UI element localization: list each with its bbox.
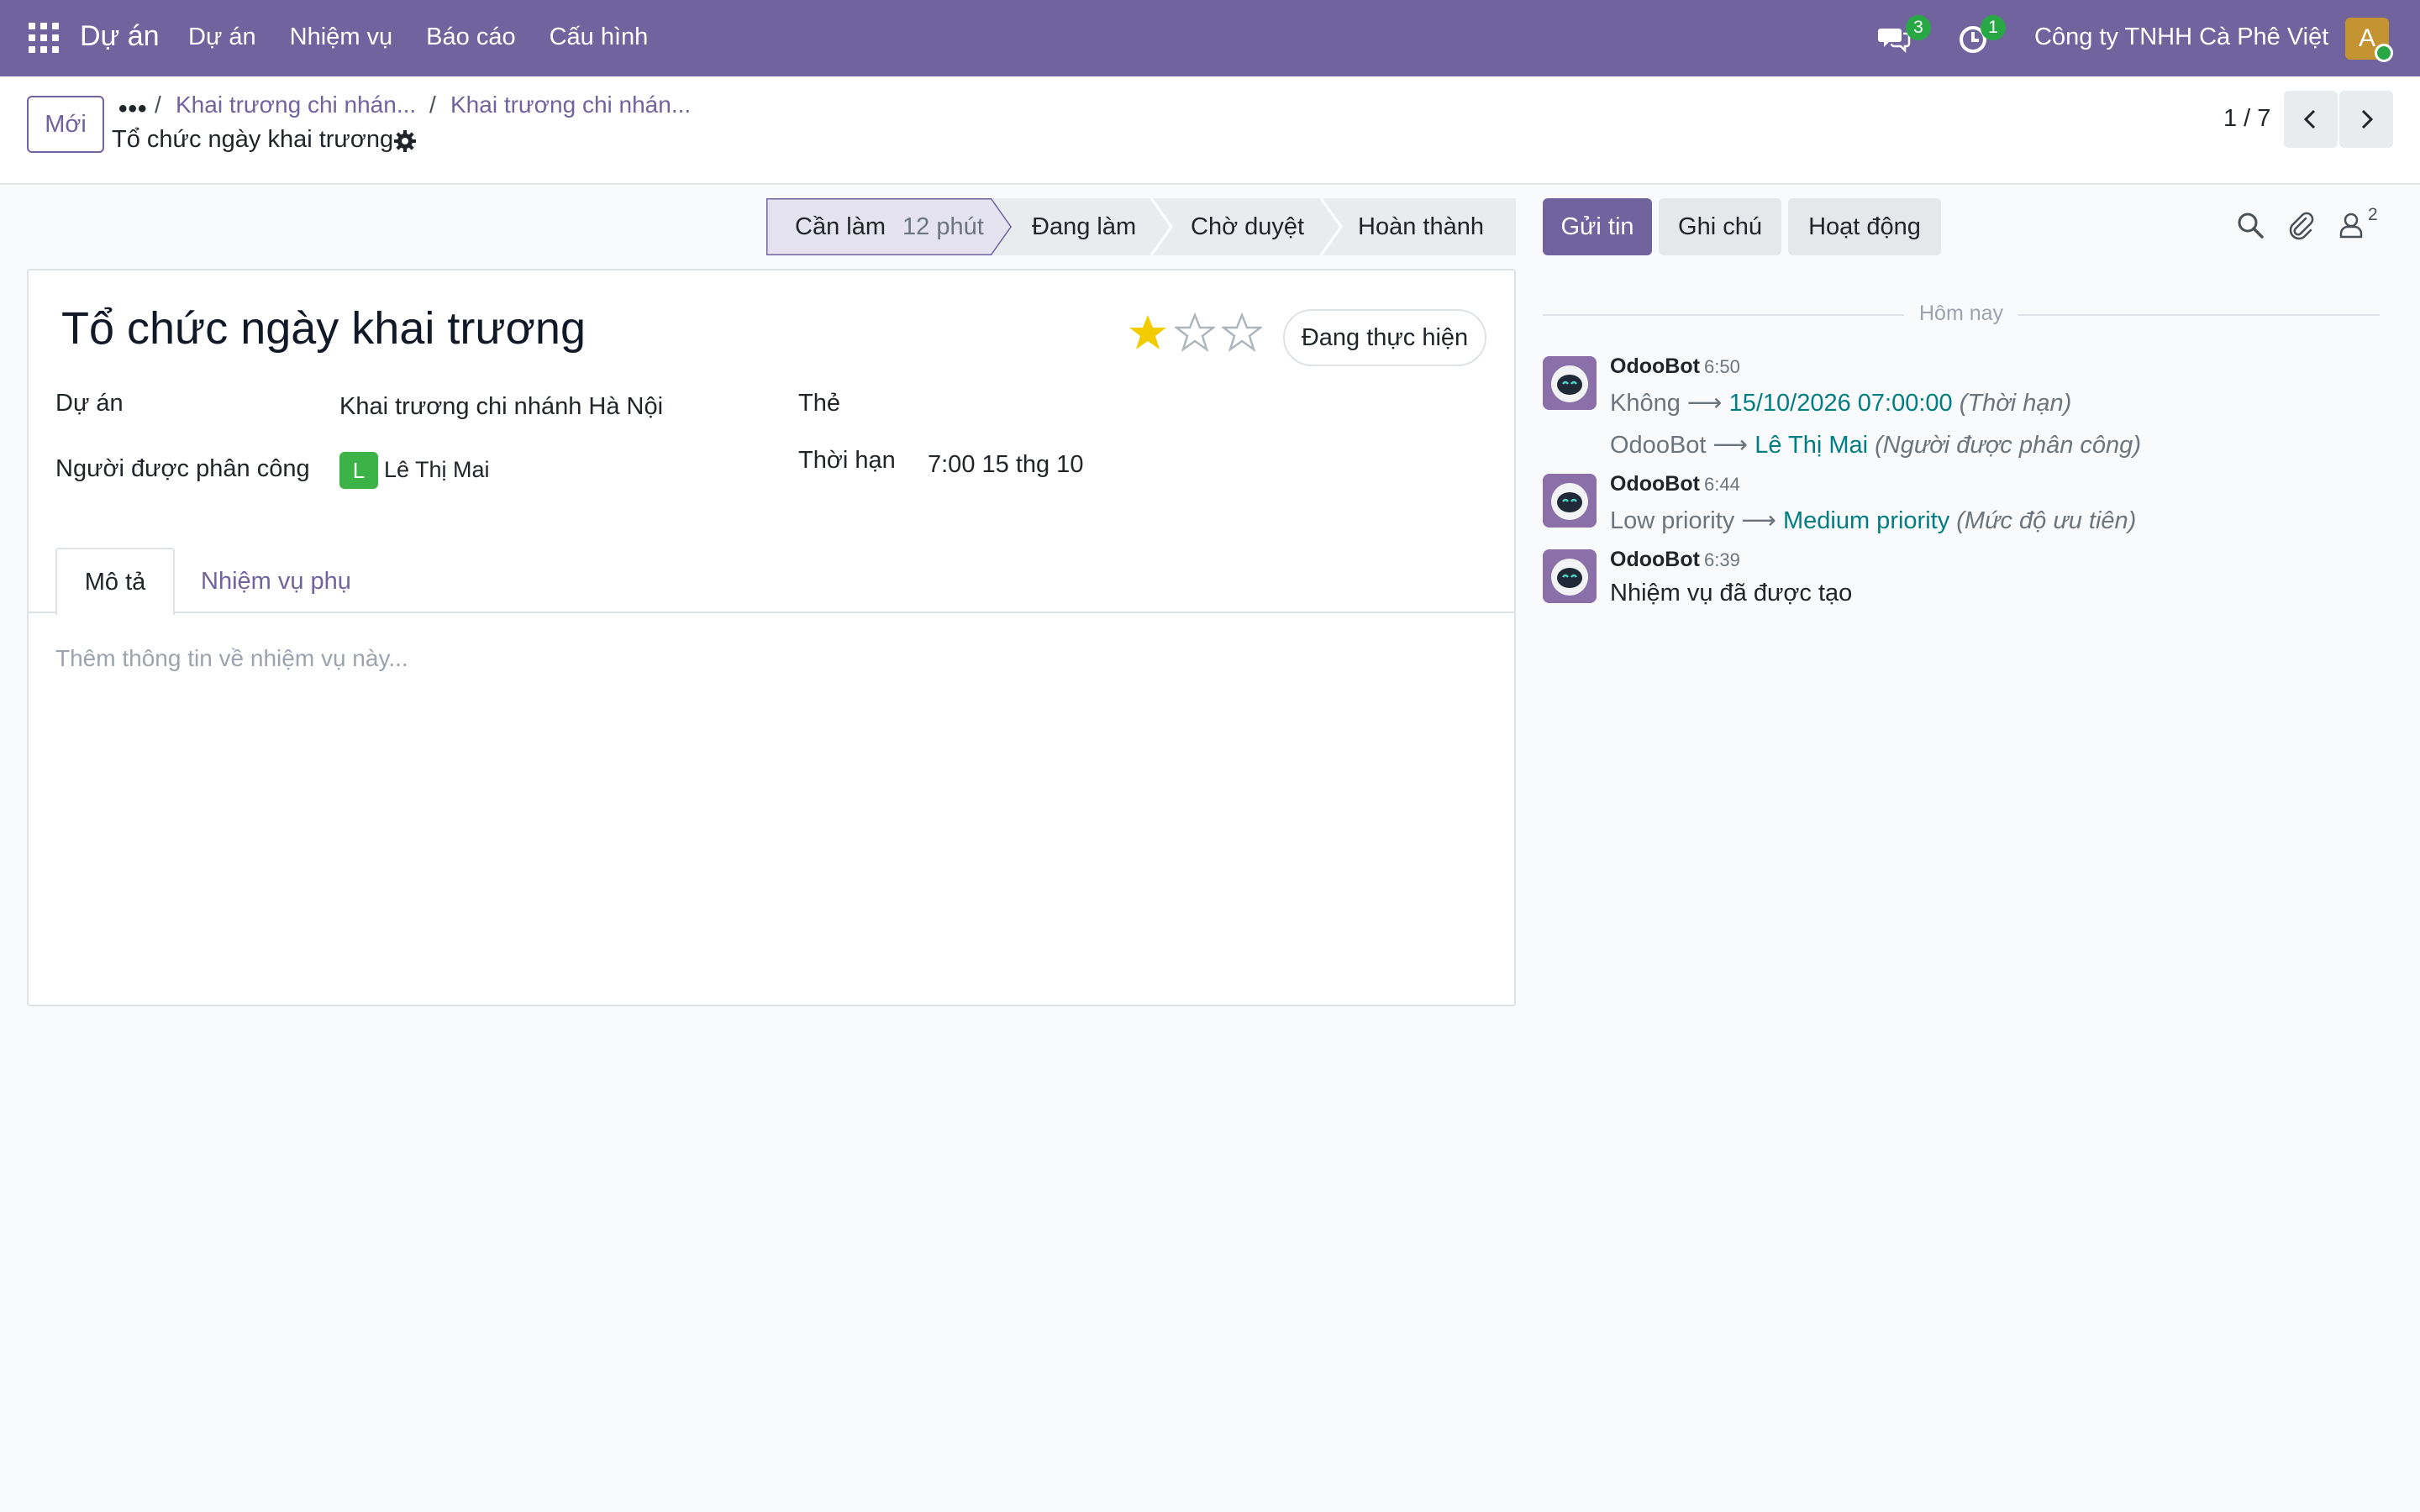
followers-count: 2 xyxy=(2368,205,2378,224)
assignee-field[interactable]: Lê Thị Mai xyxy=(384,457,490,483)
paperclip-icon[interactable] xyxy=(2286,210,2316,240)
message-time: 6:44 xyxy=(1704,474,1740,495)
pager-value[interactable]: 1 / 7 xyxy=(2223,105,2270,133)
search-icon[interactable] xyxy=(2235,210,2265,240)
tracking-new-value: 15/10/2026 07:00:00 xyxy=(1728,390,1953,417)
tracking-field: (Thời hạn) xyxy=(1959,390,2072,417)
company-switcher[interactable]: Công ty TNHH Cà Phê Việt xyxy=(2034,24,2328,51)
followers-icon[interactable] xyxy=(2336,210,2366,240)
send-message-button[interactable]: Gửi tin xyxy=(1543,198,1652,255)
project-field[interactable]: Khai trương chi nhánh Hà Nội xyxy=(339,393,663,421)
tracking-new-value: Medium priority xyxy=(1782,507,1950,534)
tracking-old-value: Low priority xyxy=(1610,507,1735,534)
gear-icon[interactable] xyxy=(392,129,418,154)
menu-item-projects[interactable]: Dự án xyxy=(188,24,256,51)
tab-description[interactable]: Mô tả xyxy=(55,548,175,615)
date-separator-line xyxy=(1543,314,1904,316)
tags-label: Thẻ xyxy=(798,390,840,417)
tracking-arrow-icon: ⟶ xyxy=(1686,390,1723,417)
star-filled-icon[interactable] xyxy=(1128,312,1168,353)
breadcrumb-separator: / xyxy=(429,92,436,118)
tracking-arrow-icon: ⟶ xyxy=(1712,432,1749,459)
deadline-label: Thời hạn xyxy=(798,447,896,474)
assignee-avatar: L xyxy=(339,452,378,489)
tracking-line: Low priority ⟶ Medium priority (Mức độ ư… xyxy=(1610,506,2136,535)
activities-badge: 1 xyxy=(1981,15,2006,40)
tab-subtasks[interactable]: Nhiệm vụ phụ xyxy=(201,568,351,596)
stage-todo-duration: 12 phút xyxy=(902,213,984,240)
new-button[interactable]: Mới xyxy=(27,96,104,153)
tracking-field: (Người được phân công) xyxy=(1875,432,2141,459)
online-status-dot xyxy=(2375,44,2393,62)
message-body: Nhiệm vụ đã được tạo xyxy=(1610,580,1853,606)
robot-icon xyxy=(1543,549,1597,603)
breadcrumb-separator: / xyxy=(155,92,161,118)
form-sheet xyxy=(27,269,1516,1006)
odoobot-avatar[interactable] xyxy=(1543,474,1597,528)
date-separator: Hôm nay xyxy=(1919,302,2004,325)
tracking-old-value: OdooBot xyxy=(1610,432,1707,459)
menu-item-tasks[interactable]: Nhiệm vụ xyxy=(290,24,393,51)
tab-divider xyxy=(27,612,1516,613)
assignee-label: Người được phân công xyxy=(55,455,310,482)
main-menu: Dự án Nhiệm vụ Báo cáo Cấu hình xyxy=(188,24,681,51)
robot-icon xyxy=(1543,474,1597,528)
stage-in-progress[interactable]: Đang làm xyxy=(1032,198,1136,255)
star-empty-icon[interactable] xyxy=(1175,312,1215,353)
messages-badge: 3 xyxy=(1906,15,1931,40)
chevron-left-icon xyxy=(2303,109,2316,129)
tracking-arrow-icon: ⟶ xyxy=(1741,507,1776,534)
description-editor[interactable]: Thêm thông tin về nhiệm vụ này... xyxy=(55,645,408,672)
stage-todo[interactable]: Cần làm 12 phút xyxy=(795,198,984,255)
date-separator-line xyxy=(2018,314,2380,316)
stage-done[interactable]: Hoàn thành xyxy=(1358,198,1484,255)
log-note-button[interactable]: Ghi chú xyxy=(1659,198,1781,255)
tracking-line: OdooBot ⟶ Lê Thị Mai (Người được phân cô… xyxy=(1610,430,2141,459)
deadline-field[interactable]: 7:00 15 thg 10 xyxy=(928,451,1083,479)
star-empty-icon[interactable] xyxy=(1222,312,1262,353)
robot-icon xyxy=(1543,356,1597,410)
stage-status-bar: Cần làm 12 phút Đang làm Chờ duyệt Hoàn t… xyxy=(766,198,1516,255)
menu-item-reports[interactable]: Báo cáo xyxy=(426,24,515,51)
breadcrumb-more[interactable]: ••• xyxy=(118,95,148,123)
chevron-right-icon xyxy=(2361,109,2374,129)
tracking-line: Không ⟶ 15/10/2026 07:00:00 (Thời hạn) xyxy=(1610,388,2071,417)
pager-next-button[interactable] xyxy=(2339,91,2393,148)
message-author[interactable]: OdooBot xyxy=(1610,354,1700,379)
stage-todo-label: Cần làm xyxy=(795,213,886,240)
breadcrumb-parent-task[interactable]: Khai trương chi nhán... xyxy=(450,92,691,118)
activities-button[interactable]: Hoạt động xyxy=(1788,198,1941,255)
control-panel: Mới ••• / Khai trương chi nhán... / Khai… xyxy=(0,76,2420,185)
message-author[interactable]: OdooBot xyxy=(1610,548,1700,572)
tracking-field: (Mức độ ưu tiên) xyxy=(1956,507,2137,534)
app-title[interactable]: Dự án xyxy=(80,20,160,53)
menu-item-configuration[interactable]: Cấu hình xyxy=(550,24,649,51)
odoobot-avatar[interactable] xyxy=(1543,356,1597,410)
message-author[interactable]: OdooBot xyxy=(1610,472,1700,496)
odoobot-avatar[interactable] xyxy=(1543,549,1597,603)
breadcrumb-current: Tổ chức ngày khai trương xyxy=(112,126,394,153)
message-time: 6:39 xyxy=(1704,549,1740,570)
message-time: 6:50 xyxy=(1704,356,1740,377)
tracking-new-value: Lê Thị Mai xyxy=(1754,432,1869,459)
task-title[interactable]: Tổ chức ngày khai trương xyxy=(61,302,586,354)
project-label: Dự án xyxy=(55,390,124,417)
pager-previous-button[interactable] xyxy=(2284,91,2338,148)
tracking-old-value: Không xyxy=(1610,390,1681,417)
breadcrumb-project[interactable]: Khai trương chi nhán... xyxy=(176,92,416,118)
apps-menu-icon[interactable] xyxy=(29,23,59,53)
stage-waiting-approval[interactable]: Chờ duyệt xyxy=(1191,198,1304,255)
kanban-state-button[interactable]: Đang thực hiện xyxy=(1283,309,1486,366)
